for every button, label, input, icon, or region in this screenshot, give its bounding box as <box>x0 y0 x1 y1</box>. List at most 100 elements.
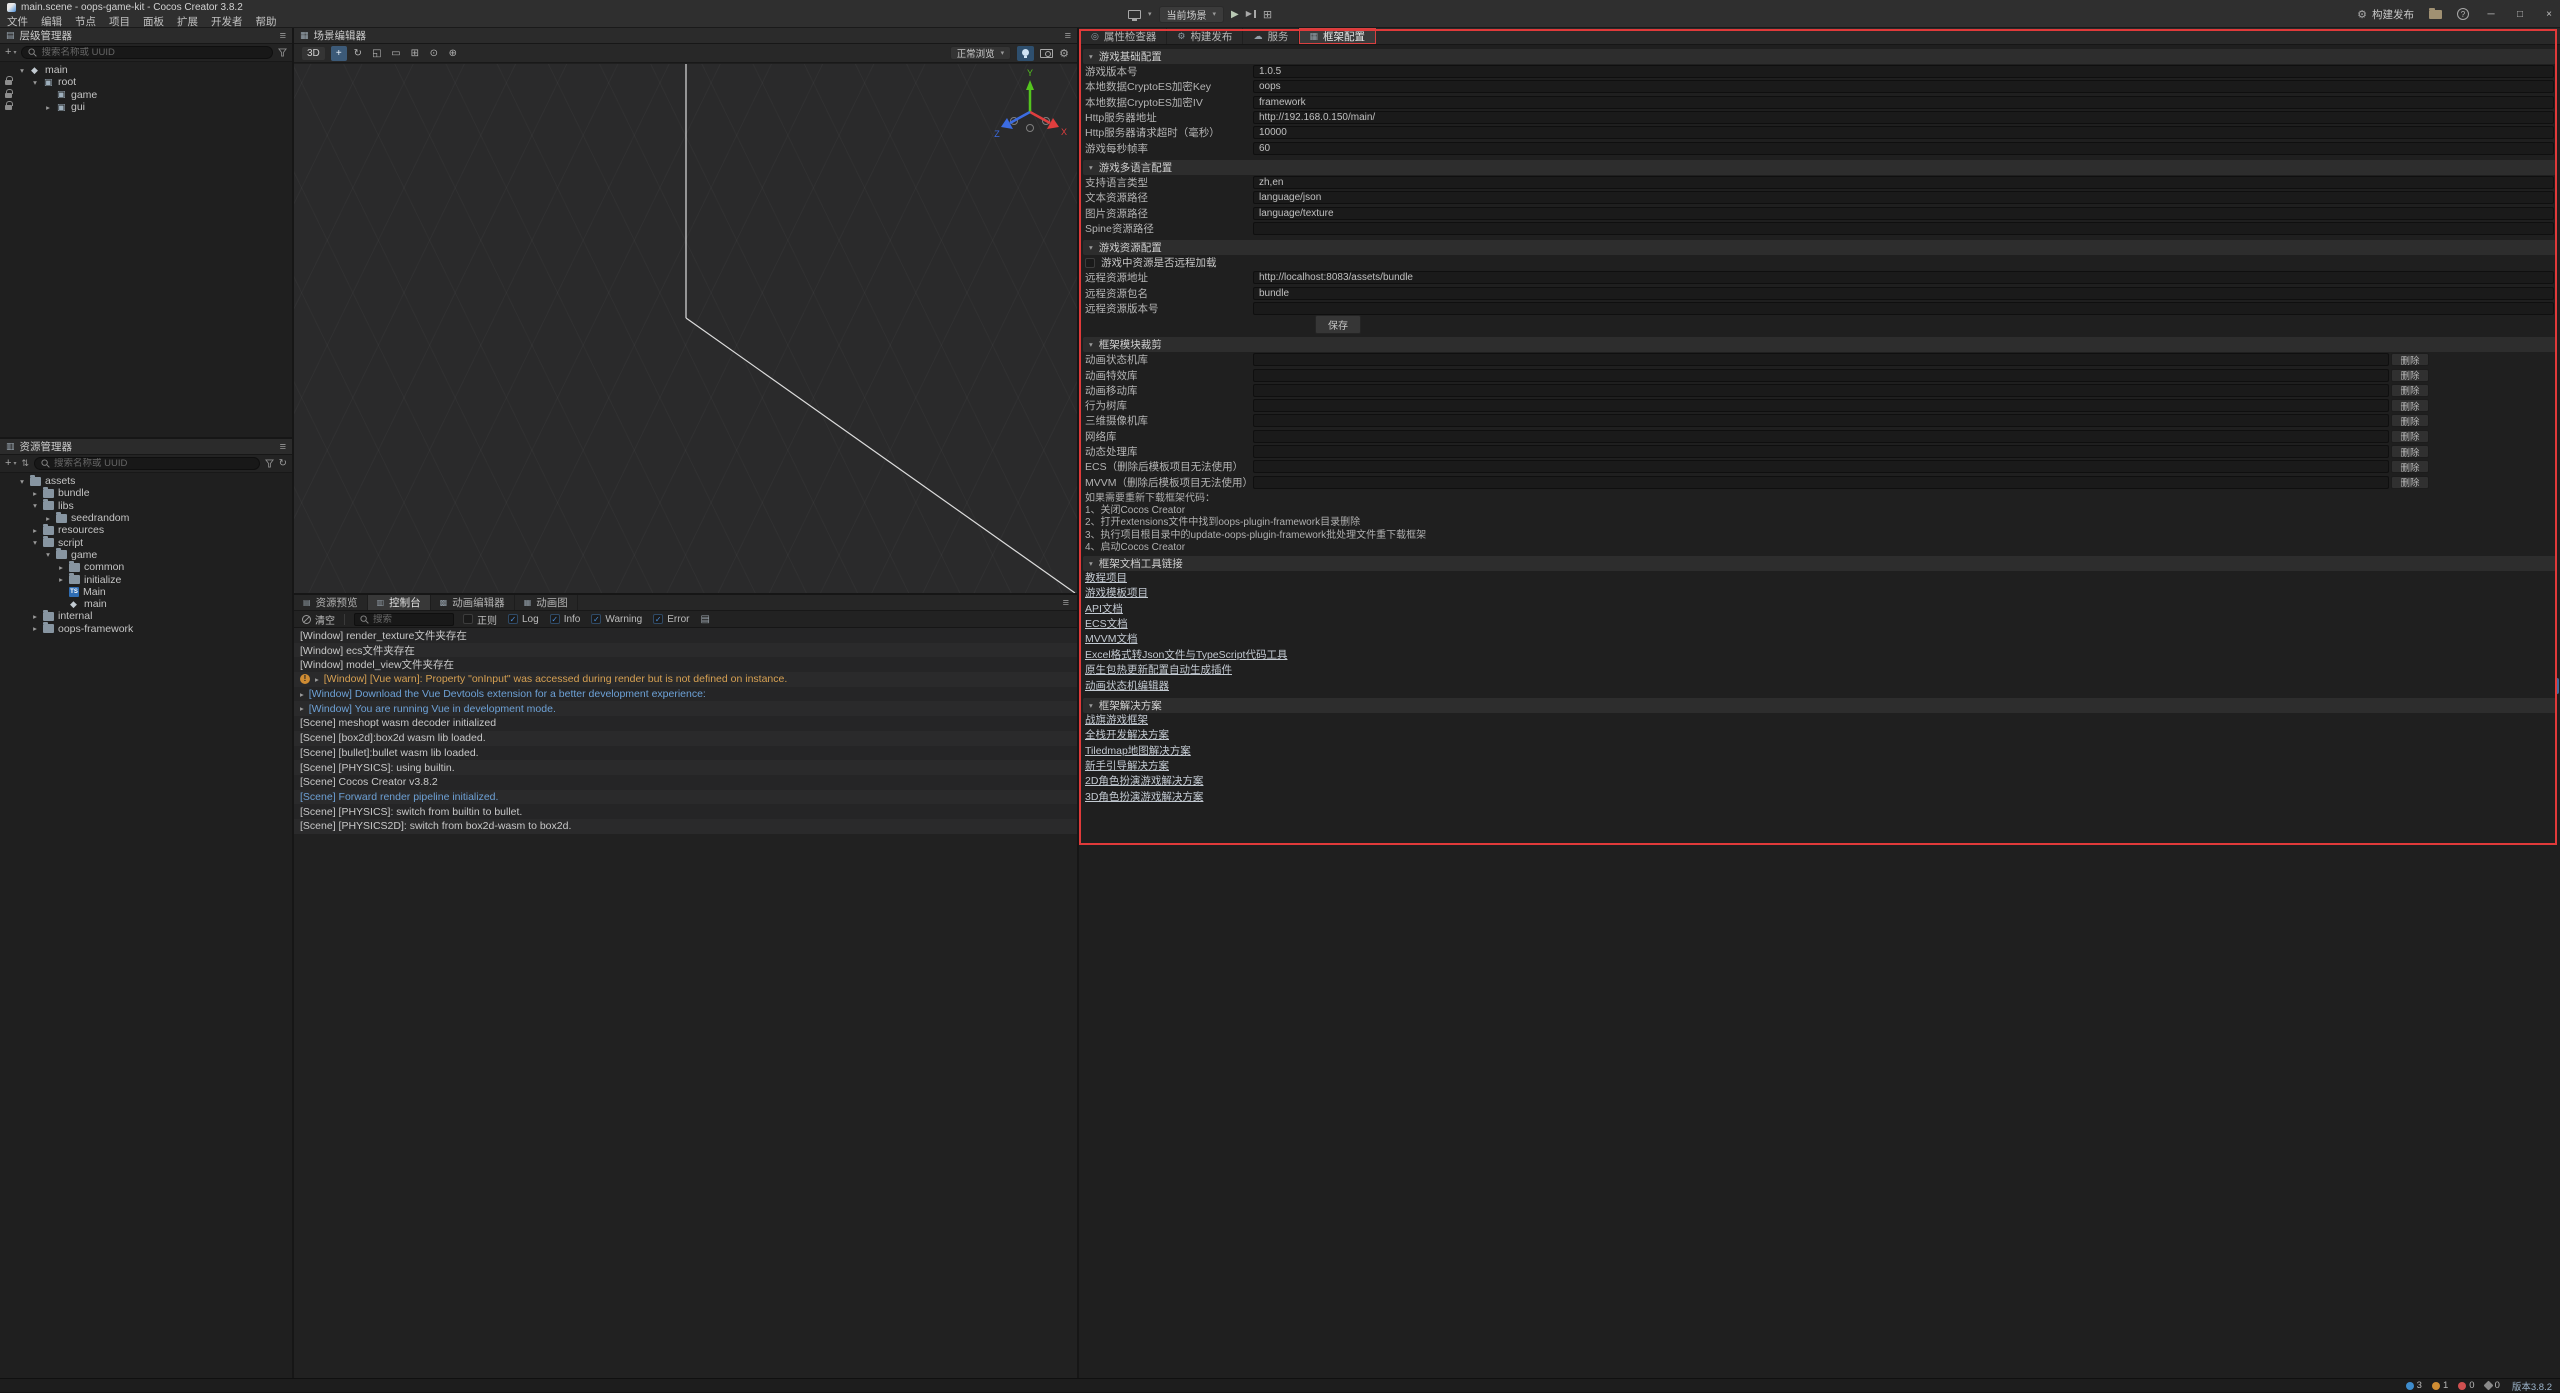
section-header[interactable]: ▾ 游戏多语言配置 <box>1083 160 2556 175</box>
module-delete-button[interactable]: 删除 <box>2391 384 2429 397</box>
asset-item[interactable]: main <box>0 598 292 610</box>
log-file-icon[interactable]: ▤ <box>700 614 709 625</box>
layout-grid-icon[interactable]: ⊞ <box>1263 8 1272 21</box>
scene-selector-dropdown[interactable]: 当前场景 ▾ <box>1159 6 1225 23</box>
field-input[interactable] <box>1253 222 2554 235</box>
expand-arrow-icon[interactable]: ▸ <box>300 704 304 713</box>
solution-link[interactable]: 全栈开发解决方案 <box>1083 728 1169 743</box>
network-count-indicator[interactable]: 0 <box>2485 1380 2500 1391</box>
log-row[interactable]: ! ▸ [Scene] [PHYSICS2D]: switch from box… <box>294 819 1077 834</box>
console-filter[interactable]: ✓ Info <box>550 614 581 625</box>
hierarchy-search-input[interactable] <box>41 47 266 58</box>
hierarchy-search[interactable] <box>21 46 273 59</box>
log-row[interactable]: ! ▸ [Scene] [bullet]:bullet wasm lib loa… <box>294 746 1077 761</box>
console-filter[interactable]: ✓ Warning <box>591 614 642 625</box>
mode-3d-button[interactable]: 3D <box>302 47 325 60</box>
log-row[interactable]: ! ▸ [Scene] [box2d]:box2d wasm lib loade… <box>294 731 1077 746</box>
module-delete-button[interactable]: 删除 <box>2391 430 2429 443</box>
tree-arrow-icon[interactable] <box>31 526 39 535</box>
scrollbar-thumb[interactable] <box>2555 678 2559 694</box>
scene-viewport[interactable]: Y X Z <box>294 64 1077 593</box>
error-count-indicator[interactable]: 0 <box>2458 1380 2474 1391</box>
menu-item[interactable]: 节点 <box>75 14 109 29</box>
console-search-input[interactable] <box>373 614 448 625</box>
section-header[interactable]: ▾ 框架模块裁剪 <box>1083 337 2556 352</box>
lock-icon[interactable] <box>5 105 12 110</box>
solution-link[interactable]: Tiledmap地图解决方案 <box>1083 744 1191 759</box>
gear-icon[interactable]: ⚙ <box>1059 47 1069 60</box>
doc-link[interactable]: 教程项目 <box>1083 571 1127 586</box>
field-input[interactable] <box>1253 142 2554 155</box>
filter-icon[interactable] <box>265 459 274 468</box>
log-row[interactable]: ! ▸ [Scene] [PHYSICS]: using builtin. <box>294 760 1077 775</box>
console-search[interactable] <box>354 613 454 626</box>
asset-item[interactable]: assets <box>0 475 292 487</box>
chevron-down-icon[interactable]: ▾ <box>13 49 16 56</box>
minimize-button[interactable]: ─ <box>2484 9 2498 20</box>
asset-item[interactable]: internal <box>0 610 292 622</box>
module-delete-button[interactable]: 删除 <box>2391 445 2429 458</box>
scale-tool-icon[interactable]: ◱ <box>369 46 385 61</box>
hierarchy-node[interactable]: root <box>0 76 292 88</box>
menu-item[interactable]: 扩展 <box>177 14 211 29</box>
doc-link[interactable]: 原生包热更新配置自动生成插件 <box>1083 663 1232 678</box>
module-delete-button[interactable]: 删除 <box>2391 460 2429 473</box>
field-input[interactable] <box>1253 302 2554 315</box>
play-button[interactable]: ▶ <box>1231 9 1239 20</box>
project-folder-icon[interactable] <box>2429 10 2442 19</box>
space-toggle-icon[interactable]: ⊕ <box>445 46 461 61</box>
log-row[interactable]: ! ▸ [Scene] [PHYSICS]: switch from built… <box>294 804 1077 819</box>
log-row[interactable]: ! ▸ [Window] ecs文件夹存在 <box>294 643 1077 658</box>
tree-arrow-icon[interactable] <box>44 550 52 559</box>
help-icon[interactable]: ? <box>2457 8 2469 20</box>
solution-link[interactable]: 新手引导解决方案 <box>1083 759 1169 774</box>
tree-arrow-icon[interactable] <box>31 624 39 633</box>
tree-arrow-icon[interactable] <box>31 612 39 621</box>
move-tool-icon[interactable]: + <box>331 46 347 61</box>
console-tab[interactable]: ▦ 动画图 <box>515 595 578 610</box>
doc-link[interactable]: 动画状态机编辑器 <box>1083 679 1169 694</box>
console-tab[interactable]: ▥ 控制台 <box>368 595 431 610</box>
asset-item[interactable]: Main <box>0 586 292 598</box>
clear-console-button[interactable]: 清空 <box>302 612 335 627</box>
tree-arrow-icon[interactable] <box>31 538 39 547</box>
hierarchy-node[interactable]: main <box>0 64 292 76</box>
tree-arrow-icon[interactable] <box>57 575 65 584</box>
add-node-button[interactable]: + <box>5 47 11 58</box>
field-input[interactable] <box>1253 207 2554 220</box>
log-row[interactable]: ! ▸ [Scene] Forward render pipeline init… <box>294 790 1077 805</box>
log-row[interactable]: ! ▸ [Window] model_view文件夹存在 <box>294 657 1077 672</box>
menu-item[interactable]: 帮助 <box>256 14 290 29</box>
view-mode-dropdown[interactable]: 正常浏览 ▾ <box>950 46 1012 60</box>
log-row[interactable]: ! ▸ [Window] render_texture文件夹存在 <box>294 628 1077 643</box>
log-row[interactable]: ! ▸ [Window] [Vue warn]: Property "onInp… <box>294 672 1077 687</box>
field-input[interactable] <box>1253 65 2554 78</box>
lock-icon[interactable] <box>5 93 12 98</box>
warning-count-indicator[interactable]: 1 <box>2432 1380 2448 1391</box>
preview-device-icon[interactable] <box>1128 10 1141 19</box>
step-button[interactable]: ▶ <box>1246 10 1256 18</box>
checkbox-icon[interactable]: ✓ <box>653 614 663 624</box>
field-input[interactable] <box>1253 111 2554 124</box>
inspector-tab[interactable]: ⚙ 构建发布 <box>1167 28 1243 44</box>
checkbox-icon[interactable]: ✓ <box>463 614 473 624</box>
module-delete-button[interactable]: 删除 <box>2391 399 2429 412</box>
maximize-button[interactable]: □ <box>2513 9 2527 20</box>
asset-item[interactable]: bundle <box>0 487 292 499</box>
menu-item[interactable]: 面板 <box>143 14 177 29</box>
asset-item[interactable]: initialize <box>0 573 292 585</box>
inspector-tab[interactable]: ☁ 服务 <box>1243 28 1299 44</box>
inspector-tab[interactable]: ▦ 框架配置 <box>1299 28 1376 44</box>
asset-item[interactable]: libs <box>0 500 292 512</box>
inspector-tab[interactable]: ◎ 属性检查器 <box>1081 28 1167 44</box>
transform-tool-icon[interactable]: ⊞ <box>407 46 423 61</box>
doc-link[interactable]: MVVM文档 <box>1083 632 1138 647</box>
log-count-indicator[interactable]: 3 <box>2406 1380 2422 1391</box>
menu-item[interactable]: 编辑 <box>41 14 75 29</box>
log-row[interactable]: ! ▸ [Scene] meshopt wasm decoder initial… <box>294 716 1077 731</box>
field-input[interactable] <box>1253 96 2554 109</box>
solution-link[interactable]: 2D角色扮演游戏解决方案 <box>1083 774 1203 789</box>
field-input[interactable] <box>1253 287 2554 300</box>
rect-tool-icon[interactable]: ▭ <box>388 46 404 61</box>
field-input[interactable] <box>1253 271 2554 284</box>
